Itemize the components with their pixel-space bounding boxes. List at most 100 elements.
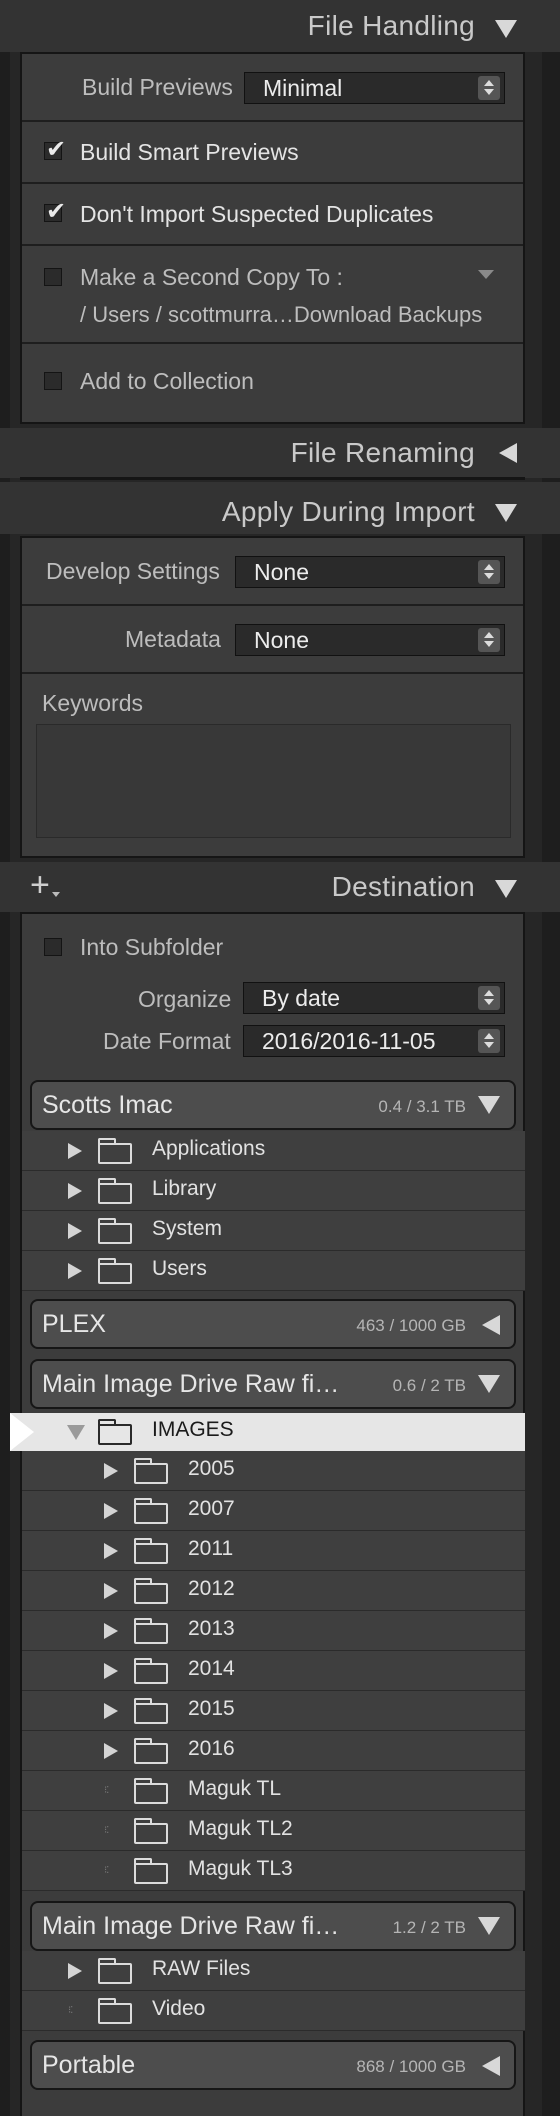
select-stepper-icon (478, 628, 500, 652)
triangle-right-icon[interactable] (104, 1663, 118, 1679)
triangle-right-icon[interactable] (68, 1143, 82, 1159)
triangle-right-icon[interactable] (104, 1583, 118, 1599)
folder-row[interactable]: System (22, 1211, 525, 1251)
folder-icon (98, 1258, 132, 1284)
chevron-down-icon (52, 892, 60, 897)
folder-icon (134, 1818, 168, 1844)
file-renaming-header[interactable]: File Renaming (0, 428, 560, 478)
triangle-down-icon (495, 880, 517, 898)
select-stepper-icon (478, 560, 500, 584)
volume-main-image-drive-1[interactable]: Main Image Drive Raw fi… 0.6 / 2 TB (30, 1359, 516, 1409)
add-collection-label: Add to Collection (80, 368, 254, 394)
metadata-row: Metadata None (22, 606, 523, 674)
triangle-right-icon[interactable] (104, 1623, 118, 1639)
subfolder-row[interactable]: 2014 (22, 1651, 525, 1691)
volume-size: 1.2 / 2 TB (392, 1918, 466, 1937)
folder-row[interactable]: RAW Files (22, 1951, 525, 1991)
build-previews-row: Build Previews Minimal (22, 54, 523, 122)
folder-row[interactable]: Library (22, 1171, 525, 1211)
empty-disclosure-icon: ⁝⁚ (104, 1865, 109, 1876)
into-subfolder-checkbox[interactable] (44, 938, 62, 956)
folder-icon (134, 1698, 168, 1724)
folder-icon (98, 1958, 132, 1984)
folder-row[interactable]: Applications (22, 1131, 525, 1171)
volume-plex[interactable]: PLEX 463 / 1000 GB (30, 1299, 516, 1349)
triangle-right-icon[interactable] (68, 1963, 82, 1979)
volume-scotts-imac[interactable]: Scotts Imac 0.4 / 3.1 TB (30, 1080, 516, 1130)
dont-import-duplicates-checkbox[interactable]: ✔ (44, 198, 66, 225)
keywords-row: Keywords (22, 674, 523, 856)
second-copy-label: Make a Second Copy To : (80, 264, 343, 290)
folder-icon (98, 1998, 132, 2024)
metadata-select[interactable]: None (235, 624, 505, 656)
subfolder-row[interactable]: ⁝⁚ Maguk TL (22, 1771, 525, 1811)
triangle-right-icon[interactable] (68, 1263, 82, 1279)
triangle-right-icon[interactable] (104, 1703, 118, 1719)
subfolder-row[interactable]: 2015 (22, 1691, 525, 1731)
triangle-down-icon[interactable] (67, 1425, 85, 1440)
folder-row-selected[interactable]: IMAGES (10, 1413, 525, 1451)
triangle-right-icon[interactable] (68, 1223, 82, 1239)
triangle-down-icon (495, 504, 517, 522)
add-destination-button[interactable]: + (30, 866, 50, 905)
date-format-value: 2016/2016-11-05 (262, 1028, 436, 1054)
subfolder-row[interactable]: 2016 (22, 1731, 525, 1771)
subfolder-row[interactable]: 2011 (22, 1531, 525, 1571)
divider (20, 477, 525, 480)
keywords-textarea[interactable] (36, 724, 511, 838)
volume-main-image-drive-2[interactable]: Main Image Drive Raw fi… 1.2 / 2 TB (30, 1901, 516, 1951)
folder-name: 2005 (188, 1457, 235, 1480)
develop-settings-row: Develop Settings None (22, 538, 523, 606)
develop-settings-value: None (254, 559, 309, 585)
destination-header[interactable]: + Destination (0, 862, 560, 912)
volume-name: Main Image Drive Raw fi… (42, 1912, 340, 1940)
volume-size: 463 / 1000 GB (356, 1316, 466, 1335)
empty-disclosure-icon: ⁝⁚ (68, 2005, 73, 2016)
triangle-right-icon[interactable] (104, 1743, 118, 1759)
folder-row[interactable]: ⁝⁚ Video (22, 1991, 525, 2031)
folder-name: 2014 (188, 1657, 235, 1680)
folder-name: Maguk TL2 (188, 1817, 293, 1840)
organize-select[interactable]: By date (243, 982, 505, 1014)
second-copy-checkbox[interactable] (44, 268, 62, 286)
apply-during-import-header[interactable]: Apply During Import (0, 482, 560, 534)
file-handling-panel: Build Previews Minimal ✔ Build Smart Pre… (20, 52, 525, 424)
apply-during-import-title: Apply During Import (221, 496, 475, 527)
volume-size: 0.4 / 3.1 TB (378, 1097, 466, 1116)
folder-name: 2007 (188, 1497, 235, 1520)
subfolder-row[interactable]: 2007 (22, 1491, 525, 1531)
second-copy-path[interactable]: / Users / scottmurra…Download Backups (80, 302, 482, 328)
volume-portable[interactable]: Portable 868 / 1000 GB (30, 2040, 516, 2090)
right-edge (542, 0, 560, 2116)
subfolder-row[interactable]: 2012 (22, 1571, 525, 1611)
triangle-down-icon (478, 1096, 500, 1114)
left-edge (0, 0, 10, 2116)
folder-name: 2012 (188, 1577, 235, 1600)
volume-name: PLEX (42, 1310, 106, 1338)
triangle-right-icon[interactable] (104, 1543, 118, 1559)
add-collection-checkbox[interactable] (44, 372, 62, 390)
into-subfolder-label: Into Subfolder (80, 934, 224, 960)
second-copy-dropdown-icon[interactable] (478, 270, 494, 279)
folder-name: 2016 (188, 1737, 235, 1760)
triangle-right-icon[interactable] (104, 1463, 118, 1479)
selection-arrow-icon (10, 1413, 34, 1451)
select-stepper-icon (478, 76, 500, 100)
subfolder-row[interactable]: ⁝⁚ Maguk TL2 (22, 1811, 525, 1851)
build-smart-previews-checkbox[interactable]: ✔ (44, 136, 66, 163)
date-format-select[interactable]: 2016/2016-11-05 (243, 1025, 505, 1057)
subfolder-row[interactable]: 2005 (22, 1451, 525, 1491)
develop-settings-select[interactable]: None (235, 556, 505, 588)
triangle-right-icon[interactable] (68, 1183, 82, 1199)
subfolder-row[interactable]: 2013 (22, 1611, 525, 1651)
file-renaming-title: File Renaming (290, 437, 475, 468)
destination-title: Destination (331, 871, 475, 902)
subfolder-row[interactable]: ⁝⁚ Maguk TL3 (22, 1851, 525, 1891)
folder-icon (134, 1458, 168, 1484)
triangle-right-icon[interactable] (104, 1503, 118, 1519)
volume-size: 0.6 / 2 TB (392, 1376, 466, 1395)
build-previews-select[interactable]: Minimal (244, 72, 505, 104)
triangle-left-icon (499, 443, 517, 463)
folder-row[interactable]: Users (22, 1251, 525, 1291)
file-handling-header[interactable]: File Handling (0, 0, 560, 52)
